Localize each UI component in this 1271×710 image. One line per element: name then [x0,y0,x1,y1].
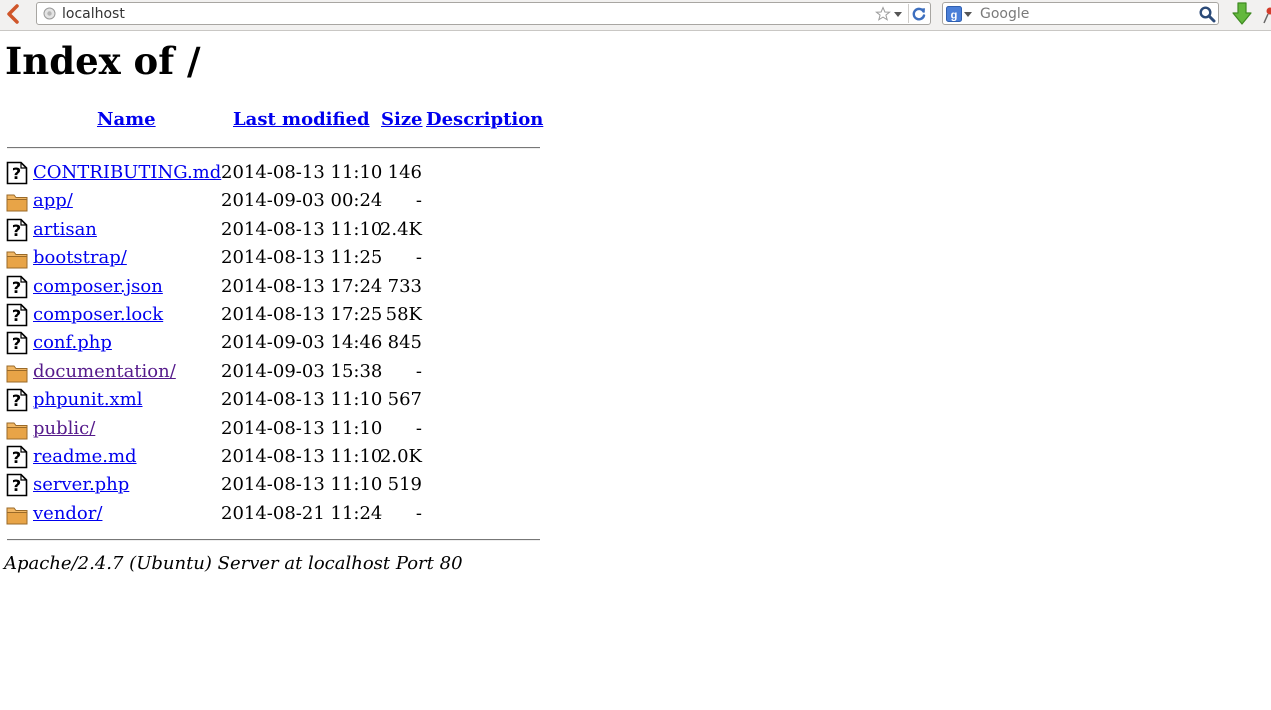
file-link[interactable]: artisan [33,219,97,240]
globe-icon [43,7,56,20]
size-cell: 58K [385,304,422,325]
file-link[interactable]: documentation/ [33,361,176,382]
svg-text:?: ? [12,448,21,467]
svg-text:?: ? [12,278,21,297]
table-row: ? server.php 2014-08-13 11:10 519 [0,474,560,502]
size-cell: 2.4K [379,218,422,240]
size-cell: - [415,417,422,439]
file-link[interactable]: readme.md [33,446,137,467]
last-modified-cell: 2014-08-13 17:24 [221,275,383,297]
server-signature: Apache/2.4.7 (Ubuntu) Server at localhos… [4,553,463,574]
table-row: ? artisan 2014-08-13 11:10 2.4K [0,218,560,247]
last-modified-cell: 2014-08-13 17:25 [221,304,383,325]
last-modified-cell: 2014-08-13 11:25 [221,247,383,269]
table-row: documentation/2014-09-03 15:38 - [0,361,560,389]
file-link[interactable]: composer.json [33,276,163,297]
file-unknown-icon: ? [6,275,28,299]
file-link[interactable]: conf.php [33,332,112,353]
search-input[interactable] [980,4,1198,23]
table-row: ? readme.md 2014-08-13 11:10 2.0K [0,445,560,474]
table-row: ? composer.json 2014-08-13 17:24 733 [0,275,560,304]
table-row: ? phpunit.xml 2014-08-13 11:10 567 [0,388,560,417]
table-row: ? conf.php 2014-09-03 14:46 845 [0,332,560,360]
size-cell: 845 [387,332,422,354]
table-row: ? CONTRIBUTING.md 2014-08-13 11:10 146 [0,161,560,190]
size-cell: 146 [387,162,422,183]
file-unknown-icon: ? [6,473,28,497]
file-link[interactable]: server.php [33,474,129,495]
table-row: bootstrap/2014-08-13 11:25 - [0,247,560,275]
last-modified-cell: 2014-08-13 11:10 [221,417,383,439]
last-modified-cell: 2014-08-13 11:10 [221,446,383,467]
last-modified-cell: 2014-08-13 11:10 [221,218,383,240]
chevron-down-icon[interactable] [893,9,903,19]
folder-icon [6,502,28,526]
svg-text:?: ? [12,476,21,495]
file-unknown-icon: ? [6,303,28,327]
chevron-down-icon[interactable] [964,10,972,18]
pin-icon[interactable] [1262,5,1271,25]
google-engine-icon[interactable]: g [946,5,962,22]
last-modified-cell: 2014-08-13 11:10 [221,162,383,183]
folder-icon [6,417,28,441]
reload-icon [912,7,926,20]
address-bar[interactable]: localhost [36,2,931,25]
last-modified-cell: 2014-08-13 11:10 [221,389,383,411]
table-row: app/2014-09-03 00:24 - [0,190,560,218]
file-unknown-icon: ? [6,161,28,185]
svg-text:?: ? [12,391,21,410]
last-modified-cell: 2014-09-03 00:24 [221,190,383,212]
file-link[interactable]: CONTRIBUTING.md [33,162,221,183]
svg-text:?: ? [12,334,21,353]
column-header-name[interactable]: Name [97,109,156,130]
browser-toolbar: localhost g [0,0,1271,31]
size-cell: 2.0K [379,446,422,467]
column-header-size[interactable]: Size [381,109,423,130]
last-modified-cell: 2014-08-21 11:24 [221,502,383,524]
file-link[interactable]: app/ [33,190,73,211]
footer-divider [7,539,540,541]
svg-text:?: ? [12,164,21,183]
folder-icon [6,360,28,384]
reload-button[interactable] [908,4,929,23]
column-header-description[interactable]: Description [426,109,543,130]
file-unknown-icon: ? [6,388,28,412]
file-link[interactable]: phpunit.xml [33,389,143,410]
size-cell: - [415,360,422,382]
search-bar[interactable]: g [942,2,1219,25]
svg-text:?: ? [12,221,21,240]
last-modified-cell: 2014-08-13 11:10 [221,474,383,496]
last-modified-cell: 2014-09-03 15:38 [221,360,383,382]
size-cell: - [415,502,422,524]
size-cell: 733 [387,275,422,297]
size-cell: - [415,247,422,269]
page-title: Index of / [5,39,201,83]
svg-text:?: ? [12,306,21,325]
column-header-last-modified[interactable]: Last modified [233,109,370,130]
file-link[interactable]: public/ [33,418,95,439]
file-link[interactable]: bootstrap/ [33,247,127,268]
size-cell: 519 [387,474,422,496]
file-unknown-icon: ? [6,445,28,469]
folder-icon [6,189,28,213]
file-link[interactable]: composer.lock [33,304,163,325]
svg-text:g: g [951,9,958,21]
back-button[interactable] [2,2,24,26]
size-cell: - [415,190,422,212]
table-row: public/2014-08-13 11:10 - [0,418,560,446]
file-link[interactable]: vendor/ [33,503,102,524]
magnifier-icon[interactable] [1198,5,1216,23]
url-text[interactable]: localhost [62,6,875,22]
table-row: vendor/2014-08-21 11:24 - [0,503,560,531]
last-modified-cell: 2014-09-03 14:46 [221,332,383,354]
folder-icon [6,246,28,270]
header-divider [7,147,540,149]
download-arrow-icon[interactable] [1231,1,1253,27]
bookmark-star-icon[interactable] [875,5,891,22]
file-unknown-icon: ? [6,331,28,355]
size-cell: 567 [387,389,422,411]
table-row: ? composer.lock 2014-08-13 17:25 58K [0,303,560,332]
file-unknown-icon: ? [6,218,28,242]
back-arrow-icon [7,4,19,24]
